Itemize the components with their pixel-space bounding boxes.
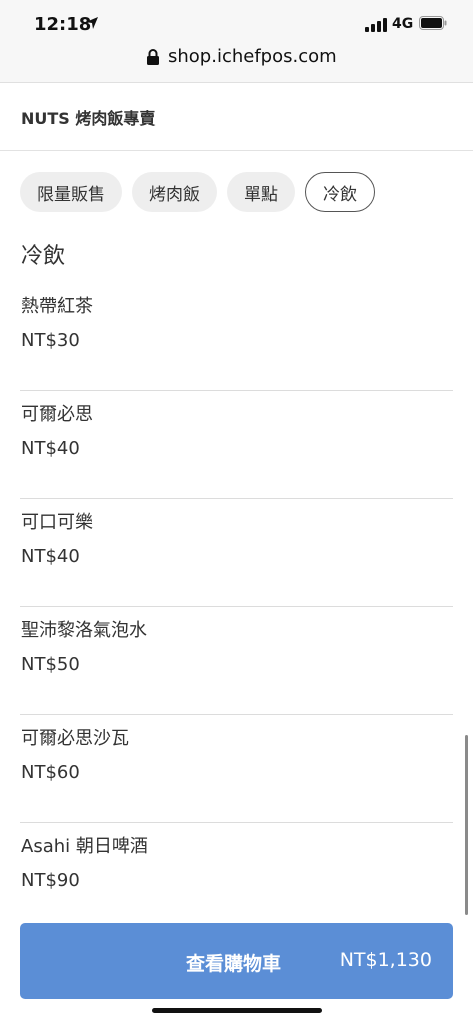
cellular-signal-icon [365, 18, 387, 32]
menu-item[interactable]: 可爾必思 NT$40 [20, 391, 453, 499]
item-price: NT$50 [21, 654, 80, 675]
status-bar: 12:18 4G [0, 0, 473, 44]
tab-bbq-rice[interactable]: 烤肉飯 [132, 172, 217, 212]
item-price: NT$40 [21, 438, 80, 459]
item-name: 可口可樂 [21, 512, 93, 533]
item-name: 聖沛黎洛氣泡水 [21, 620, 147, 641]
item-price: NT$40 [21, 546, 80, 567]
home-indicator [152, 1008, 322, 1013]
menu-item[interactable]: Asahi 朝日啤酒 NT$90 [20, 823, 453, 931]
item-name: 可爾必思 [21, 404, 93, 425]
store-name: NUTS 烤肉飯專賣 [21, 109, 156, 128]
tab-cold-drinks[interactable]: 冷飲 [305, 172, 375, 212]
item-name: Asahi 朝日啤酒 [21, 836, 148, 857]
menu-item[interactable]: 熱帶紅茶 NT$30 [20, 283, 453, 391]
location-arrow-icon [86, 17, 98, 29]
address-bar[interactable]: shop.ichefpos.com [0, 44, 473, 83]
item-price: NT$30 [21, 330, 80, 351]
lock-icon [147, 49, 159, 65]
category-tabs: 限量販售 烤肉飯 單點 冷飲 [20, 172, 375, 212]
url-text: shop.ichefpos.com [168, 46, 337, 67]
scrollbar[interactable] [465, 735, 468, 915]
store-header: NUTS 烤肉飯專賣 [0, 83, 473, 151]
network-type: 4G [392, 16, 414, 32]
item-price: NT$60 [21, 762, 80, 783]
cart-total: NT$1,130 [339, 949, 432, 971]
tab-limited-sale[interactable]: 限量販售 [20, 172, 122, 212]
item-name: 可爾必思沙瓦 [21, 728, 129, 749]
tab-a-la-carte[interactable]: 單點 [227, 172, 295, 212]
section-title: 冷飲 [21, 244, 66, 269]
view-cart-label: 查看購物車 [186, 953, 282, 975]
menu-item[interactable]: 聖沛黎洛氣泡水 NT$50 [20, 607, 453, 715]
menu-item[interactable]: 可爾必思沙瓦 NT$60 [20, 715, 453, 823]
item-name: 熱帶紅茶 [21, 296, 93, 317]
view-cart-button[interactable]: 查看購物車 NT$1,130 [20, 923, 453, 999]
battery-icon [419, 16, 447, 30]
status-time: 12:18 [34, 14, 92, 35]
menu-item[interactable]: 可口可樂 NT$40 [20, 499, 453, 607]
menu-list: 熱帶紅茶 NT$30 可爾必思 NT$40 可口可樂 NT$40 聖沛黎洛氣泡水… [20, 283, 453, 931]
item-price: NT$90 [21, 870, 80, 891]
